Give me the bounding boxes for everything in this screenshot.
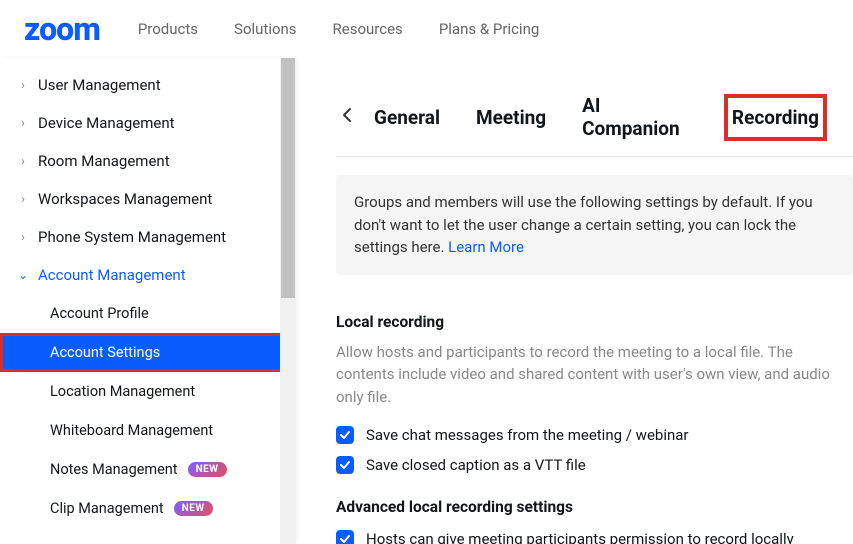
tab-general[interactable]: General: [372, 100, 442, 135]
content-panel: General Meeting AI Companion Recording G…: [296, 58, 853, 544]
back-icon[interactable]: [336, 101, 358, 133]
sidebar: › User Management › Device Management › …: [0, 58, 296, 544]
sidebar-sub-whiteboard-management[interactable]: Whiteboard Management: [0, 411, 296, 450]
sidebar-sub-label: Location Management: [50, 383, 195, 400]
sidebar-item-room-management[interactable]: › Room Management: [0, 142, 296, 180]
sidebar-item-label: Device Management: [38, 114, 175, 132]
scrollbar-track[interactable]: [280, 58, 296, 544]
check-hosts-permission[interactable]: Hosts can give meeting participants perm…: [336, 530, 853, 544]
tab-meeting[interactable]: Meeting: [474, 100, 548, 135]
chevron-right-icon: ›: [16, 78, 30, 92]
top-header: zoom Products Solutions Resources Plans …: [0, 0, 853, 58]
nav-products[interactable]: Products: [138, 20, 198, 38]
checkbox-icon[interactable]: [336, 530, 354, 544]
sidebar-item-label: Room Management: [38, 152, 170, 170]
sidebar-sub-notes-management[interactable]: Notes Management NEW: [0, 450, 296, 489]
notice-text: Groups and members will use the followin…: [354, 193, 813, 256]
check-label: Save chat messages from the meeting / we…: [366, 426, 689, 444]
local-recording-section: Local recording Allow hosts and particip…: [336, 313, 853, 544]
sidebar-item-label: Account Management: [38, 266, 186, 284]
tab-bar: General Meeting AI Companion Recording: [336, 88, 853, 157]
advanced-settings-title: Advanced local recording settings: [336, 498, 853, 516]
checkbox-icon[interactable]: [336, 426, 354, 444]
tab-recording[interactable]: Recording: [730, 100, 821, 135]
sidebar-item-account-management[interactable]: ⌄ Account Management: [0, 256, 296, 294]
new-badge: NEW: [174, 501, 213, 516]
check-save-vtt[interactable]: Save closed caption as a VTT file: [336, 456, 853, 474]
notice-banner: Groups and members will use the followin…: [336, 175, 853, 275]
chevron-right-icon: ›: [16, 116, 30, 130]
sidebar-sub-label: Account Profile: [50, 305, 149, 322]
chevron-right-icon: ›: [16, 192, 30, 206]
sidebar-sub-label: Clip Management: [50, 500, 164, 517]
chevron-right-icon: ›: [16, 154, 30, 168]
sidebar-item-workspaces-management[interactable]: › Workspaces Management: [0, 180, 296, 218]
check-label: Hosts can give meeting participants perm…: [366, 530, 794, 544]
sidebar-item-user-management[interactable]: › User Management: [0, 66, 296, 104]
nav-plans-pricing[interactable]: Plans & Pricing: [439, 20, 539, 38]
sidebar-item-label: Workspaces Management: [38, 190, 212, 208]
sidebar-sub-account-settings[interactable]: Account Settings: [0, 333, 296, 372]
nav-solutions[interactable]: Solutions: [234, 20, 297, 38]
sidebar-item-device-management[interactable]: › Device Management: [0, 104, 296, 142]
sidebar-sub-label: Notes Management: [50, 461, 178, 478]
main-container: › User Management › Device Management › …: [0, 58, 853, 544]
section-desc: Allow hosts and participants to record t…: [336, 341, 853, 409]
sidebar-item-label: User Management: [38, 76, 161, 94]
nav-resources[interactable]: Resources: [333, 20, 403, 38]
zoom-logo[interactable]: zoom: [24, 10, 100, 48]
check-save-chat[interactable]: Save chat messages from the meeting / we…: [336, 426, 853, 444]
sidebar-sub-clip-management[interactable]: Clip Management NEW: [0, 489, 296, 528]
scrollbar-thumb[interactable]: [281, 58, 295, 298]
sidebar-item-label: Phone System Management: [38, 228, 226, 246]
notice-learn-more-link[interactable]: Learn More: [448, 238, 524, 256]
sidebar-sub-location-management[interactable]: Location Management: [0, 372, 296, 411]
sidebar-item-phone-system-management[interactable]: › Phone System Management: [0, 218, 296, 256]
chevron-down-icon: ⌄: [16, 268, 30, 282]
new-badge: NEW: [188, 462, 227, 477]
sidebar-sub-label: Account Settings: [50, 344, 160, 361]
check-label: Save closed caption as a VTT file: [366, 456, 586, 474]
tab-ai-companion[interactable]: AI Companion: [580, 88, 698, 146]
checkbox-icon[interactable]: [336, 456, 354, 474]
sidebar-sub-account-profile[interactable]: Account Profile: [0, 294, 296, 333]
section-title: Local recording: [336, 313, 853, 331]
chevron-right-icon: ›: [16, 230, 30, 244]
sidebar-sub-label: Whiteboard Management: [50, 422, 213, 439]
